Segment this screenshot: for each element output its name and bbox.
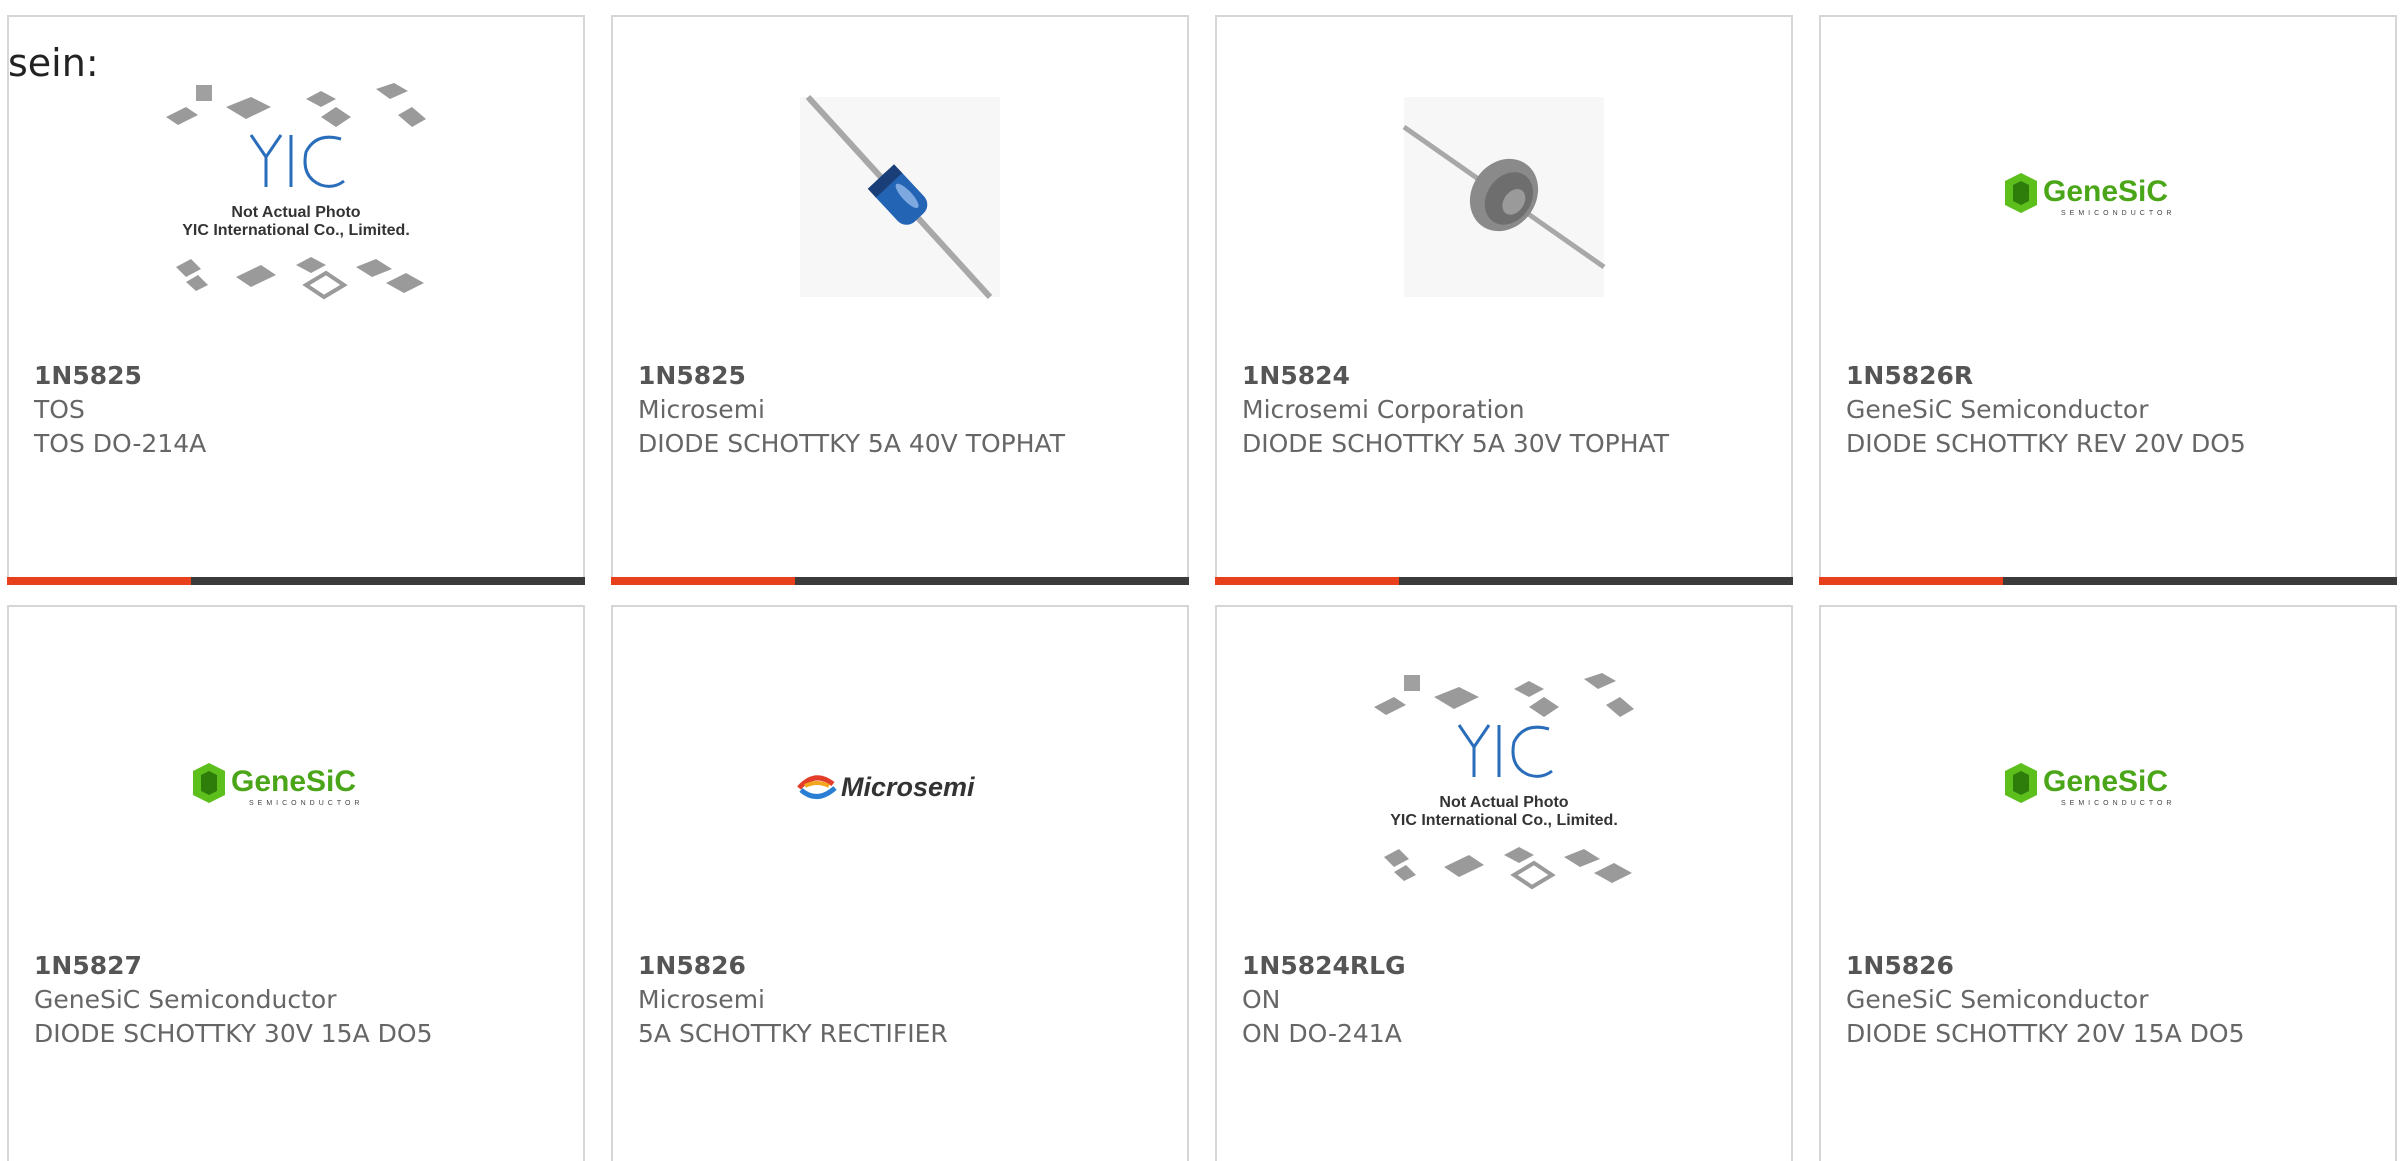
placeholder-line2: YIC International Co., Limited. <box>1390 812 1618 829</box>
product-card[interactable]: Microsemi 1N5826 Microsemi 5A SCHOTTKY R… <box>611 605 1189 1161</box>
product-info: 1N5825 Microsemi DIODE SCHOTTKY 5A 40V T… <box>638 359 1167 461</box>
product-image: Microsemi <box>613 637 1187 937</box>
product-image: GeneSiC SEMICONDUCTOR <box>9 637 583 937</box>
placeholder-line2: YIC International Co., Limited. <box>182 222 410 239</box>
svg-text:GeneSiC: GeneSiC <box>2043 765 2168 798</box>
card-bar <box>1819 577 2397 585</box>
diode-axial-image <box>800 94 1000 300</box>
svg-text:Microsemi: Microsemi <box>841 772 975 802</box>
microsemi-logo: Microsemi <box>797 772 975 802</box>
yic-placeholder-image: Not Actual Photo YIC International Co., … <box>166 83 426 300</box>
svg-text:GeneSiC: GeneSiC <box>231 765 356 798</box>
manufacturer: GeneSiC Semiconductor <box>1846 395 2149 424</box>
product-info: 1N5827 GeneSiC Semiconductor DIODE SCHOT… <box>34 949 563 1051</box>
product-grid-page: sein: Not Actual Photo YIC International… <box>0 0 2400 1161</box>
prefix-text: sein: <box>8 41 99 85</box>
product-image <box>1217 47 1791 347</box>
card-bar <box>7 577 585 585</box>
product-card[interactable]: GeneSiC SEMICONDUCTOR 1N5826 GeneSiC Sem… <box>1819 605 2397 1161</box>
product-card[interactable]: GeneSiC SEMICONDUCTOR 1N5826R GeneSiC Se… <box>1819 15 2397 585</box>
manufacturer: GeneSiC Semiconductor <box>1846 985 2149 1014</box>
product-image: GeneSiC SEMICONDUCTOR <box>1821 47 2395 347</box>
description: 5A SCHOTTKY RECTIFIER <box>638 1019 948 1048</box>
description: TOS DO-214A <box>34 429 207 458</box>
part-number: 1N5824RLG <box>1242 951 1406 980</box>
manufacturer: Microsemi <box>638 985 765 1014</box>
genesic-logo: GeneSiC SEMICONDUCTOR <box>2005 173 2175 217</box>
product-card[interactable]: Not Actual Photo YIC International Co., … <box>1215 605 1793 1161</box>
svg-text:SEMICONDUCTOR: SEMICONDUCTOR <box>2061 210 2175 217</box>
description: DIODE SCHOTTKY 30V 15A DO5 <box>34 1019 433 1048</box>
part-number: 1N5827 <box>34 951 142 980</box>
diode-tophat-image <box>1402 97 1606 297</box>
manufacturer: Microsemi <box>638 395 765 424</box>
product-info: 1N5825 TOS TOS DO-214A <box>34 359 563 461</box>
svg-text:GeneSiC: GeneSiC <box>2043 175 2168 208</box>
part-number: 1N5826 <box>1846 951 1954 980</box>
genesic-logo: GeneSiC SEMICONDUCTOR <box>193 763 363 807</box>
product-image <box>613 47 1187 347</box>
product-image: GeneSiC SEMICONDUCTOR <box>1821 637 2395 937</box>
part-number: 1N5825 <box>34 361 142 390</box>
description: DIODE SCHOTTKY REV 20V DO5 <box>1846 429 2246 458</box>
description: DIODE SCHOTTKY 5A 30V TOPHAT <box>1242 429 1669 458</box>
product-image: Not Actual Photo YIC International Co., … <box>9 47 583 347</box>
genesic-logo: GeneSiC SEMICONDUCTOR <box>2005 763 2175 807</box>
product-image: Not Actual Photo YIC International Co., … <box>1217 637 1791 937</box>
product-info: 1N5826 GeneSiC Semiconductor DIODE SCHOT… <box>1846 949 2375 1051</box>
description: DIODE SCHOTTKY 20V 15A DO5 <box>1846 1019 2245 1048</box>
product-card[interactable]: 1N5825 Microsemi DIODE SCHOTTKY 5A 40V T… <box>611 15 1189 585</box>
product-card[interactable]: GeneSiC SEMICONDUCTOR 1N5827 GeneSiC Sem… <box>7 605 585 1161</box>
product-info: 1N5824RLG ON ON DO-241A <box>1242 949 1771 1051</box>
product-card[interactable]: Not Actual Photo YIC International Co., … <box>7 15 585 585</box>
yic-placeholder-image: Not Actual Photo YIC International Co., … <box>1374 673 1634 890</box>
product-info: 1N5824 Microsemi Corporation DIODE SCHOT… <box>1242 359 1771 461</box>
part-number: 1N5824 <box>1242 361 1350 390</box>
part-number: 1N5826 <box>638 951 746 980</box>
part-number: 1N5825 <box>638 361 746 390</box>
part-number: 1N5826R <box>1846 361 1974 390</box>
placeholder-line1: Not Actual Photo <box>231 204 360 221</box>
description: DIODE SCHOTTKY 5A 40V TOPHAT <box>638 429 1065 458</box>
card-bar <box>611 577 1189 585</box>
manufacturer: TOS <box>34 395 85 424</box>
svg-text:SEMICONDUCTOR: SEMICONDUCTOR <box>249 800 363 807</box>
product-info: 1N5826R GeneSiC Semiconductor DIODE SCHO… <box>1846 359 2375 461</box>
product-card[interactable]: 1N5824 Microsemi Corporation DIODE SCHOT… <box>1215 15 1793 585</box>
card-bar <box>1215 577 1793 585</box>
placeholder-line1: Not Actual Photo <box>1439 794 1568 811</box>
manufacturer: Microsemi Corporation <box>1242 395 1525 424</box>
manufacturer: ON <box>1242 985 1281 1014</box>
manufacturer: GeneSiC Semiconductor <box>34 985 337 1014</box>
product-info: 1N5826 Microsemi 5A SCHOTTKY RECTIFIER <box>638 949 1167 1051</box>
description: ON DO-241A <box>1242 1019 1402 1048</box>
svg-text:SEMICONDUCTOR: SEMICONDUCTOR <box>2061 800 2175 807</box>
